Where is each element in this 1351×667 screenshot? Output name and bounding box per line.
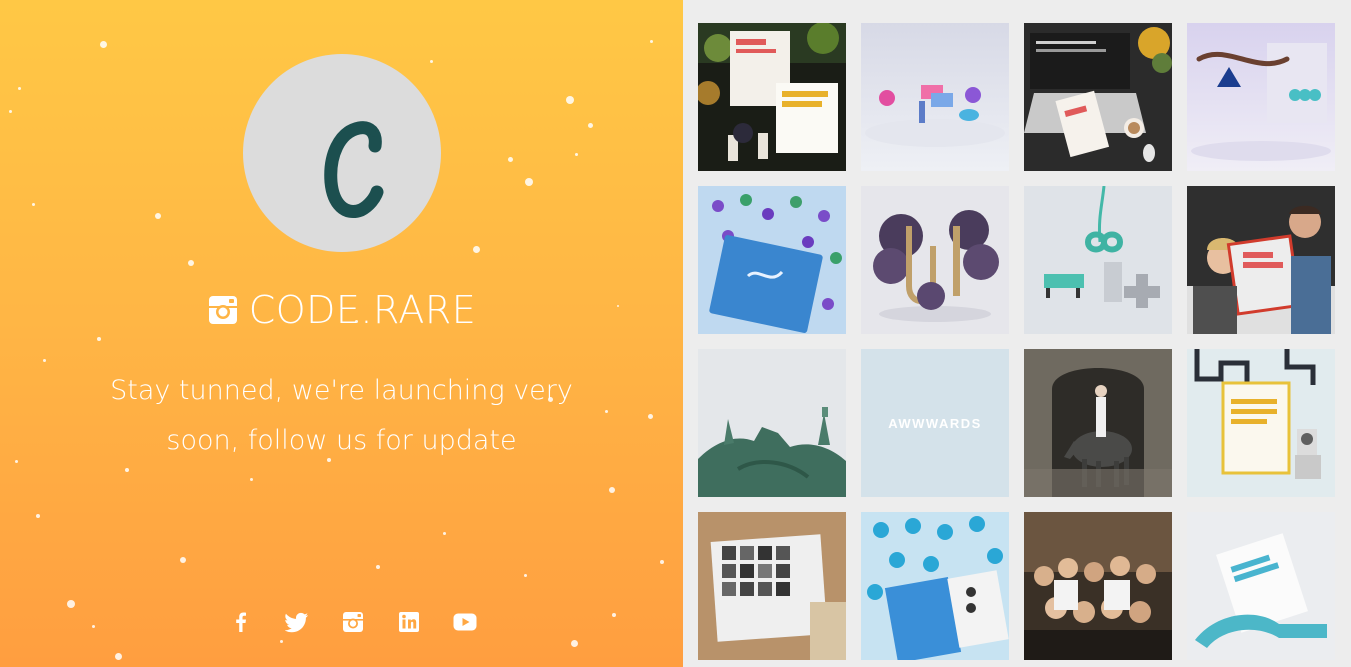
gallery-tile-11[interactable]: [1024, 349, 1172, 497]
particle-dot: [588, 123, 593, 128]
gallery-tile-5[interactable]: [698, 186, 846, 334]
particle-dot: [524, 574, 527, 577]
photo-award-posters: [698, 23, 846, 171]
particle-dot: [36, 514, 40, 518]
tagline: Stay tunned, we're launching very soon, …: [60, 366, 623, 466]
brand-name: CODE.RARE: [248, 288, 477, 332]
instagram-icon: [207, 294, 239, 326]
gallery-tile-8[interactable]: [1187, 186, 1335, 334]
gallery-tile-13[interactable]: [698, 512, 846, 660]
gallery-tile-6[interactable]: [861, 186, 1009, 334]
tagline-line-1: Stay tunned, we're launching very: [110, 375, 573, 406]
particle-dot: [9, 110, 12, 113]
particle-dot: [648, 414, 653, 419]
gallery-tile-9[interactable]: [698, 349, 846, 497]
particle-dot: [566, 96, 574, 104]
awwwards-label: AWWWARDS: [888, 415, 982, 431]
particle-dot: [280, 640, 283, 643]
gallery-tile-1[interactable]: [698, 23, 846, 171]
particle-dot: [115, 653, 122, 660]
particle-dot: [32, 203, 35, 206]
photo-laptop-poster: [1024, 23, 1172, 171]
particle-dot: [376, 565, 380, 569]
logo: [243, 54, 441, 252]
particle-dot: [571, 640, 578, 647]
instagram-gallery: AWWWARDS: [698, 23, 1335, 667]
particle-dot: [443, 532, 446, 535]
photo-site-of-month-paper: [1187, 512, 1335, 660]
twitter-icon: [284, 612, 308, 633]
instagram-icon: [342, 612, 363, 632]
linkedin-link[interactable]: [397, 610, 421, 634]
particle-dot: [473, 246, 480, 253]
gallery-tile-3[interactable]: [1024, 23, 1172, 171]
gallery-tile-12[interactable]: [1187, 349, 1335, 497]
particle-dot: [188, 260, 194, 266]
particle-dot: [155, 213, 161, 219]
gallery-tile-14[interactable]: [861, 512, 1009, 660]
photo-blue-book-petals: [698, 186, 846, 334]
photo-statue-of-liberty: [698, 349, 846, 497]
instagram-link[interactable]: [341, 610, 365, 634]
logo-letter-c: [324, 121, 384, 218]
photo-3d-shapes: [861, 23, 1009, 171]
photo-team-group: [1024, 512, 1172, 660]
photo-floating-wave: [1187, 23, 1335, 171]
photo-infinity-shape: [1024, 186, 1172, 334]
particle-dot: [609, 487, 615, 493]
social-links: [0, 606, 683, 638]
facebook-link[interactable]: [229, 610, 253, 634]
particle-dot: [43, 359, 46, 362]
photo-horse-rider: [1024, 349, 1172, 497]
photo-ui-letters: [861, 186, 1009, 334]
youtube-icon: [453, 613, 476, 631]
particle-dot: [575, 153, 578, 156]
gallery-tile-15[interactable]: [1024, 512, 1172, 660]
particle-dot: [125, 468, 129, 472]
particle-dot: [650, 40, 653, 43]
brand-row: CODE.RARE: [0, 288, 683, 332]
linkedin-icon: [398, 612, 419, 632]
particle-dot: [18, 87, 21, 90]
photo-people-with-poster: [1187, 186, 1335, 334]
photo-book-umbrellas: [861, 512, 1009, 660]
gallery-tile-2[interactable]: [861, 23, 1009, 171]
particle-dot: [525, 178, 533, 186]
particle-dot: [97, 337, 101, 341]
tagline-line-2: soon, follow us for update: [166, 425, 517, 456]
hero-panel: CODE.RARE Stay tunned, we're launching v…: [0, 0, 683, 667]
particle-dot: [508, 157, 513, 162]
gallery-tile-7[interactable]: [1024, 186, 1172, 334]
youtube-link[interactable]: [453, 610, 477, 634]
photo-portrait-book: [698, 512, 846, 660]
particle-dot: [660, 560, 664, 564]
particle-dot: [180, 557, 186, 563]
gallery-tile-10[interactable]: AWWWARDS: [861, 349, 1009, 497]
gallery-tile-16[interactable]: [1187, 512, 1335, 660]
facebook-icon: [235, 612, 246, 632]
particle-dot: [100, 41, 107, 48]
gallery-tile-4[interactable]: [1187, 23, 1335, 171]
particle-dot: [250, 478, 253, 481]
twitter-link[interactable]: [284, 610, 309, 634]
photo-honorable-mention: [1187, 349, 1335, 497]
particle-dot: [15, 460, 18, 463]
